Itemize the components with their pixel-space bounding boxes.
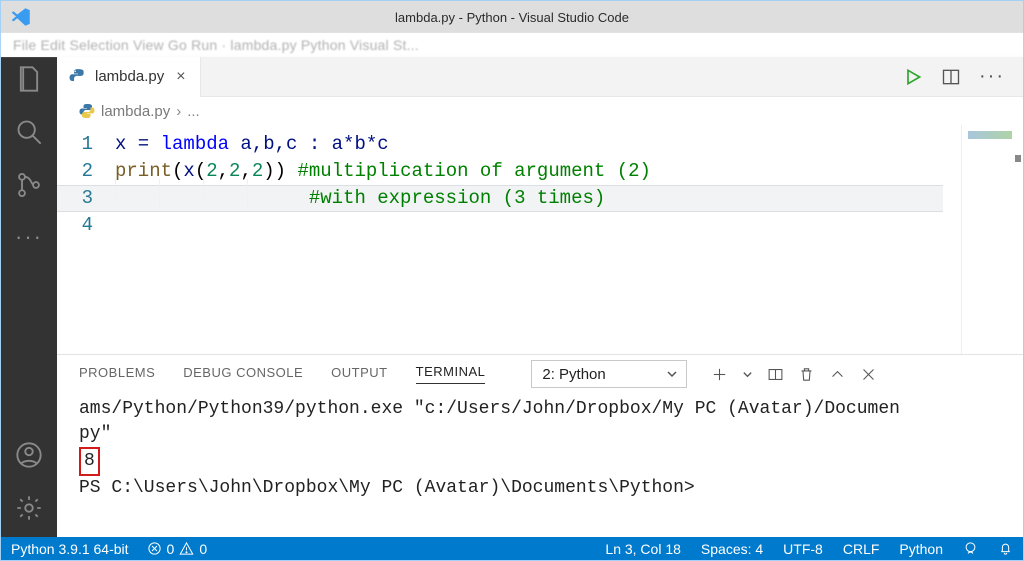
tab-label: lambda.py (95, 68, 164, 85)
source-control-icon[interactable] (15, 171, 43, 204)
tab-close-icon[interactable]: × (176, 68, 185, 86)
window-title: lambda.py - Python - Visual Studio Code (395, 10, 629, 25)
status-bar: Python 3.9.1 64-bit 0 0 Ln 3, Col 18 Spa… (1, 537, 1023, 560)
tab-lambda-py[interactable]: lambda.py × (57, 57, 201, 97)
breadcrumb-file: lambda.py (101, 103, 170, 120)
activity-bar: ··· (1, 57, 57, 537)
titlebar: lambda.py - Python - Visual Studio Code (1, 1, 1023, 33)
python-file-icon (69, 68, 87, 86)
close-panel-icon[interactable] (860, 366, 877, 383)
new-terminal-icon[interactable] (711, 366, 728, 383)
trash-icon[interactable] (798, 366, 815, 383)
terminal-line: py" (79, 422, 1007, 447)
status-problems[interactable]: 0 0 (147, 541, 208, 557)
status-language[interactable]: Python (899, 541, 943, 557)
tab-terminal[interactable]: TERMINAL (416, 364, 486, 384)
chevron-up-icon[interactable] (829, 366, 846, 383)
code-line-3[interactable]: #with expression (3 times) (115, 185, 961, 212)
code-line-4[interactable] (115, 212, 961, 239)
breadcrumb-sep: › (176, 103, 181, 120)
status-lncol[interactable]: Ln 3, Col 18 (605, 541, 681, 557)
code-line-2[interactable]: print(x(2,2,2)) #multiplication of argum… (115, 158, 961, 185)
lineno: 1 (57, 131, 93, 158)
python-file-icon (79, 103, 95, 119)
terminal-line: ams/Python/Python39/python.exe "c:/Users… (79, 397, 1007, 422)
chevron-down-icon (666, 368, 678, 380)
terminal-selector-label: 2: Python (542, 366, 605, 383)
minimap[interactable] (961, 125, 1023, 354)
editor-more-icon[interactable]: ··· (979, 65, 1005, 88)
breadcrumb[interactable]: lambda.py › ... (57, 97, 1023, 125)
main-body: ··· lambda.py × (1, 57, 1023, 537)
status-encoding[interactable]: UTF-8 (783, 541, 823, 557)
menubar-items[interactable]: File Edit Selection View Go Run · lambda… (13, 37, 419, 53)
editor-tabs: lambda.py × ··· (57, 57, 1023, 97)
terminal-result: 8 (79, 447, 1007, 476)
code-editor[interactable]: 1 2 3 4 x = lambda a,b,c : a*b*c print(x… (57, 125, 1023, 354)
more-icon[interactable]: ··· (15, 224, 43, 250)
search-icon[interactable] (15, 118, 43, 151)
vscode-window: lambda.py - Python - Visual Studio Code … (0, 0, 1024, 561)
tab-output[interactable]: OUTPUT (331, 365, 387, 384)
tab-debug-console[interactable]: DEBUG CONSOLE (183, 365, 303, 384)
split-editor-icon[interactable] (941, 67, 961, 87)
lineno: 2 (57, 158, 93, 185)
split-terminal-icon[interactable] (767, 366, 784, 383)
terminal-selector[interactable]: 2: Python (531, 360, 686, 388)
status-bell-icon[interactable] (998, 541, 1013, 556)
warning-icon (179, 541, 194, 556)
code-content[interactable]: x = lambda a,b,c : a*b*c print(x(2,2,2))… (115, 125, 961, 354)
editor-area: lambda.py × ··· lambda.py › ... (57, 57, 1023, 537)
run-icon[interactable] (903, 67, 923, 87)
terminal-dropdown-icon[interactable] (742, 369, 753, 380)
status-spaces[interactable]: Spaces: 4 (701, 541, 763, 557)
tab-problems[interactable]: PROBLEMS (79, 365, 155, 384)
menubar[interactable]: File Edit Selection View Go Run · lambda… (1, 33, 1023, 57)
explorer-icon[interactable] (15, 65, 43, 98)
vscode-logo-icon (11, 7, 31, 27)
breadcrumb-tail: ... (187, 103, 200, 120)
lineno: 4 (57, 212, 93, 239)
editor-actions: ··· (903, 65, 1023, 88)
code-line-1[interactable]: x = lambda a,b,c : a*b*c (115, 131, 961, 158)
terminal-output[interactable]: ams/Python/Python39/python.exe "c:/Users… (57, 393, 1023, 537)
settings-gear-icon[interactable] (15, 494, 43, 527)
panel-tabs: PROBLEMS DEBUG CONSOLE OUTPUT TERMINAL 2… (57, 355, 1023, 393)
status-python-interpreter[interactable]: Python 3.9.1 64-bit (11, 541, 129, 557)
accounts-icon[interactable] (15, 441, 43, 474)
line-gutter: 1 2 3 4 (57, 125, 115, 354)
status-eol[interactable]: CRLF (843, 541, 880, 557)
bottom-panel: PROBLEMS DEBUG CONSOLE OUTPUT TERMINAL 2… (57, 354, 1023, 537)
error-icon (147, 541, 162, 556)
terminal-prompt[interactable]: PS C:\Users\John\Dropbox\My PC (Avatar)\… (79, 476, 1007, 501)
status-feedback-icon[interactable] (963, 541, 978, 556)
